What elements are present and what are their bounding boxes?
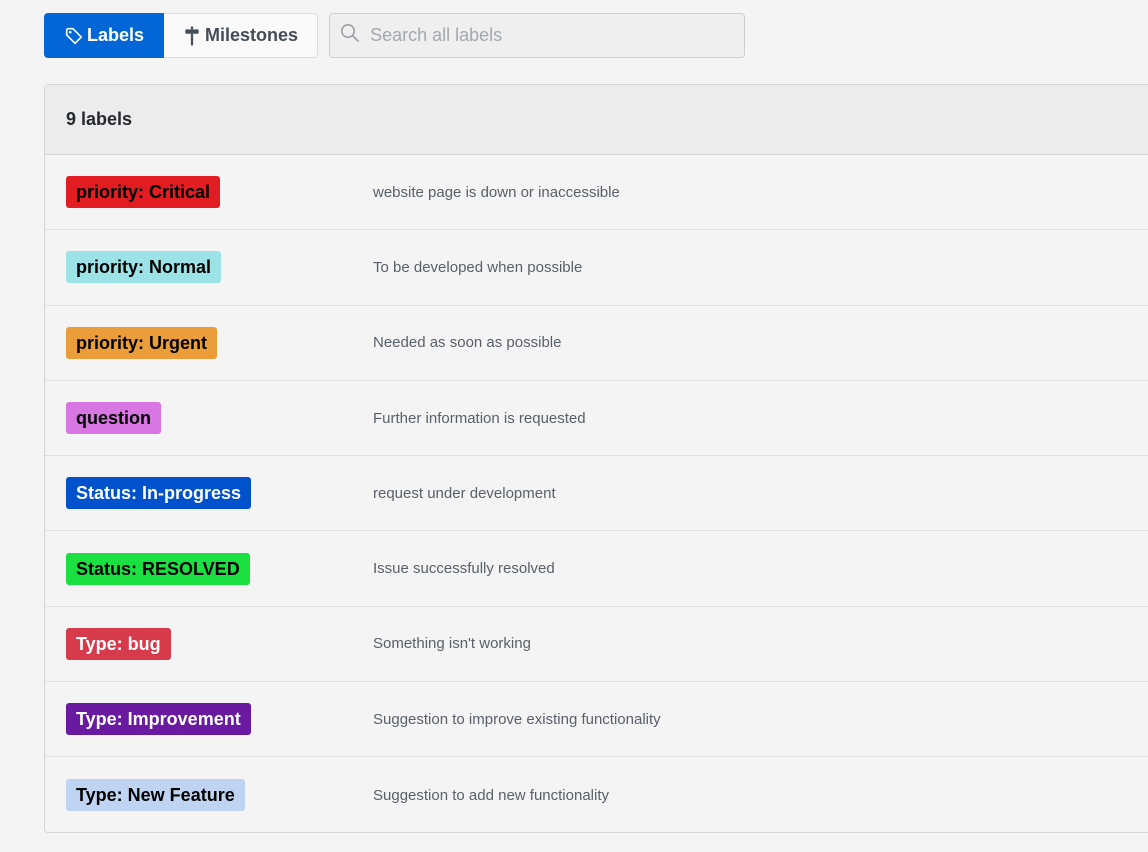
label-badge-wrap: Type: bug — [66, 627, 171, 660]
label-row: priority: Normal To be developed when pos… — [45, 230, 1148, 306]
label-badge-wrap: Status: RESOLVED — [66, 552, 250, 585]
label-badge[interactable]: Type: New Feature — [66, 779, 245, 812]
label-badge-wrap: Type: Improvement — [66, 703, 251, 736]
label-badge-wrap: priority: Urgent — [66, 326, 218, 359]
subnav: Labels Milestones — [44, 13, 319, 58]
label-description: Suggestion to improve existing functiona… — [373, 710, 661, 728]
label-description: To be developed when possible — [373, 258, 583, 276]
label-badge-wrap: Status: In-progress — [66, 477, 252, 510]
milestone-icon — [183, 26, 201, 46]
labels-count: 9 labels — [66, 109, 133, 129]
label-badge[interactable]: question — [66, 402, 161, 435]
search-box — [329, 13, 746, 58]
labels-toolbar: Labels Milestones — [44, 13, 746, 58]
label-row: question Further information is requested — [45, 381, 1148, 457]
label-row: Type: bug Something isn't working — [45, 607, 1148, 683]
labels-rows: priority: Critical website page is down o… — [45, 155, 1148, 833]
label-description: Further information is requested — [373, 409, 586, 427]
label-description: request under development — [373, 484, 556, 502]
label-description: Issue successfully resolved — [373, 560, 555, 578]
label-row: Status: In-progress request under develop… — [45, 456, 1148, 532]
label-badge[interactable]: Type: Improvement — [66, 703, 251, 736]
tag-icon — [65, 27, 83, 45]
label-description: website page is down or inaccessible — [373, 183, 620, 201]
label-badge[interactable]: Status: In-progress — [66, 477, 252, 510]
label-row: priority: Urgent Needed as soon as possib… — [45, 306, 1148, 381]
label-badge-wrap: Type: New Feature — [66, 779, 245, 812]
label-badge[interactable]: Status: RESOLVED — [66, 552, 250, 585]
label-badge-wrap: question — [66, 402, 161, 435]
label-row: priority: Critical website page is down o… — [45, 155, 1148, 231]
label-badge[interactable]: Type: bug — [66, 627, 171, 660]
label-badge-wrap: priority: Critical — [66, 176, 221, 209]
tab-labels[interactable]: Labels — [44, 13, 165, 58]
label-description: Something isn't working — [373, 635, 531, 653]
label-badge[interactable]: priority: Urgent — [66, 326, 218, 359]
label-badge[interactable]: priority: Critical — [66, 176, 221, 209]
search-icon — [340, 23, 360, 48]
search-input[interactable] — [368, 24, 733, 47]
tab-milestones-text: Milestones — [205, 25, 299, 45]
label-badge-wrap: priority: Normal — [66, 251, 222, 284]
labels-count-header: 9 labels — [45, 85, 1148, 155]
label-description: Needed as soon as possible — [373, 334, 562, 352]
tab-milestones[interactable]: Milestones — [164, 13, 319, 58]
label-badge[interactable]: priority: Normal — [66, 251, 222, 284]
label-row: Status: RESOLVED Issue successfully resol… — [45, 531, 1148, 607]
label-row: Type: New Feature Suggestion to add new f… — [45, 757, 1148, 832]
label-description: Suggestion to add new functionality — [373, 786, 609, 804]
tab-labels-text: Labels — [87, 25, 145, 45]
label-row: Type: Improvement Suggestion to improve e… — [45, 682, 1148, 758]
labels-list: 9 labels priority: Critical website page … — [44, 84, 1148, 833]
